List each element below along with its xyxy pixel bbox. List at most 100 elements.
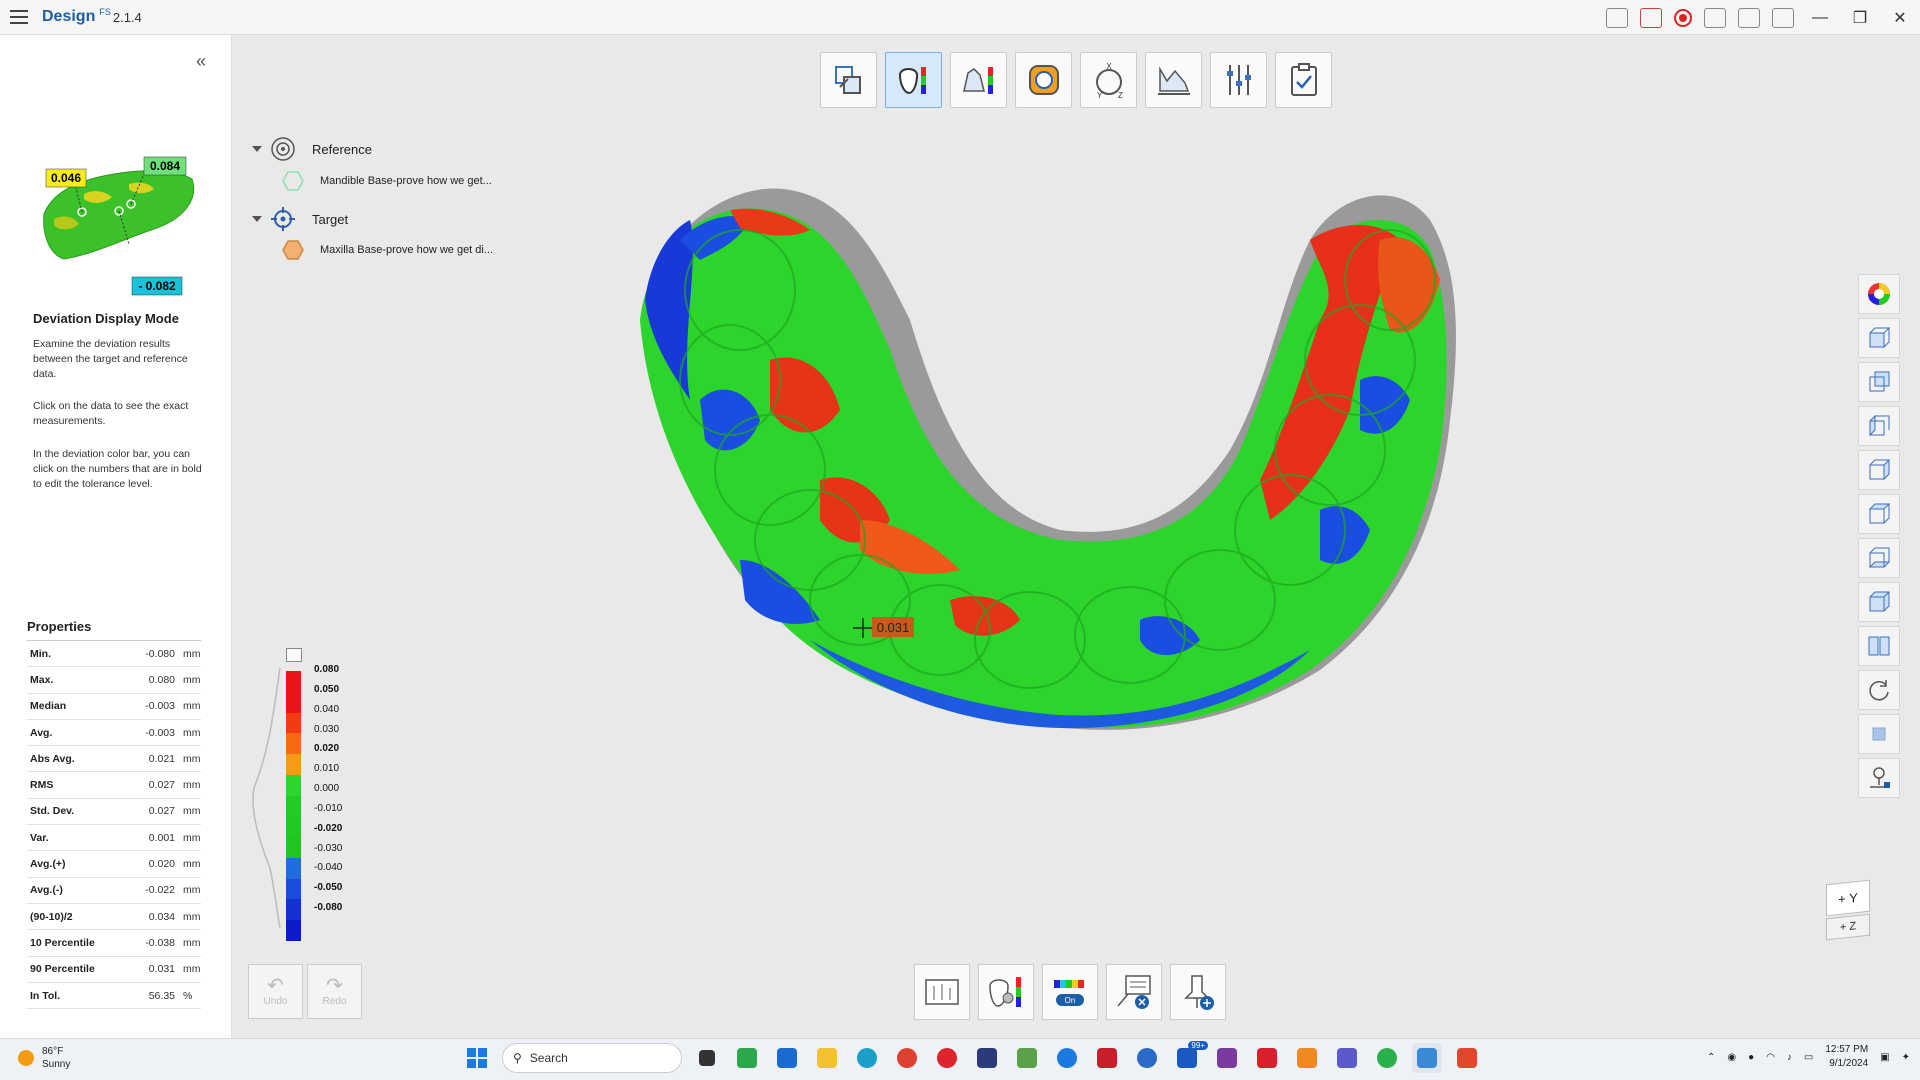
image-icon[interactable] — [1738, 7, 1760, 28]
app-sublime[interactable] — [1292, 1043, 1322, 1073]
expand-target-icon[interactable] — [252, 216, 262, 222]
view-left-button[interactable] — [1858, 406, 1900, 446]
app-mail[interactable]: 99+ — [1172, 1041, 1208, 1073]
tray-battery-icon[interactable]: ▭ — [1804, 1052, 1813, 1063]
measure-tool-button[interactable] — [1145, 52, 1202, 108]
deviation-settings-button[interactable] — [978, 964, 1034, 1020]
app-settings[interactable] — [1052, 1043, 1082, 1073]
axis-y-face[interactable]: + Y — [1826, 879, 1870, 917]
property-label: Std. Dev. — [30, 805, 75, 818]
app-design[interactable] — [1412, 1043, 1442, 1073]
colorbar-tick-label[interactable]: 0.050 — [314, 684, 339, 695]
remove-annotation-button[interactable] — [1106, 964, 1162, 1020]
help-icon[interactable] — [1606, 7, 1628, 28]
report-button[interactable] — [914, 964, 970, 1020]
reset-view-button[interactable] — [1858, 670, 1900, 710]
camera-icon[interactable] — [1704, 7, 1726, 28]
app-powershell[interactable] — [972, 1043, 1002, 1073]
collapse-panel-icon[interactable]: « — [196, 51, 206, 72]
close-button[interactable]: ✕ — [1886, 4, 1914, 32]
property-value: -0.003 — [145, 700, 175, 713]
colorbar-tick-label[interactable]: 0.080 — [314, 664, 339, 675]
report-chart-icon — [925, 979, 959, 1005]
redo-button[interactable]: ↷ Redo — [307, 964, 362, 1019]
record-icon[interactable] — [1674, 8, 1692, 27]
render-mode-button[interactable] — [1858, 714, 1900, 754]
target-item[interactable]: Maxilla Base-prove how we get di... — [282, 239, 493, 261]
reference-item-label: Mandible Base-prove how we get... — [320, 175, 492, 187]
app-whatsapp[interactable] — [1372, 1043, 1402, 1073]
app-file-explorer[interactable] — [812, 1043, 842, 1073]
app-opera[interactable] — [932, 1043, 962, 1073]
checklist-tool-button[interactable] — [1275, 52, 1332, 108]
deviation-color-bar: 0.080 0.050 0.040 0.030 0.020 0.010 0.000 -0.01… — [252, 648, 460, 948]
record-window-icon[interactable] — [1640, 7, 1662, 28]
tray-chevron-icon[interactable]: ⌃ — [1707, 1052, 1715, 1063]
view-iso-button[interactable] — [1858, 582, 1900, 622]
taskbar-search[interactable]: ⚲ Search — [502, 1043, 682, 1073]
clock[interactable]: 12:57 PM 9/1/2024 — [1825, 1043, 1868, 1071]
orientation-cube[interactable]: + Y + Z — [1826, 879, 1874, 948]
view-front-button[interactable] — [1858, 318, 1900, 358]
tray-volume-icon[interactable]: ♪ — [1787, 1052, 1792, 1063]
maximize-button[interactable]: ❐ — [1846, 4, 1874, 32]
target-group[interactable]: Target — [252, 206, 348, 232]
cube-bottom-icon — [1868, 547, 1891, 568]
colorbar-settings-icon[interactable] — [286, 648, 302, 662]
view-bottom-button[interactable] — [1858, 538, 1900, 578]
deviation-3d-model[interactable]: 0.031 — [620, 180, 1520, 860]
tray-mic-icon[interactable]: ● — [1748, 1052, 1754, 1063]
undo-button[interactable]: ↶ Undo — [248, 964, 303, 1019]
property-unit: mm — [183, 647, 201, 660]
deviation-tool-button[interactable] — [885, 52, 942, 108]
align-tool-button[interactable] — [820, 52, 877, 108]
colorbar-tick-label[interactable]: -0.080 — [314, 902, 342, 913]
orientation-tool-button[interactable]: X Y Z — [1080, 52, 1137, 108]
minimize-button[interactable]: — — [1806, 4, 1834, 32]
app-edge[interactable] — [852, 1043, 882, 1073]
copilot-icon[interactable]: ✦ — [1902, 1052, 1910, 1063]
app-photos[interactable] — [1012, 1043, 1042, 1073]
app-camtasia[interactable] — [732, 1043, 762, 1073]
tray-wifi-icon[interactable]: ◠ — [1766, 1052, 1775, 1063]
reference-group[interactable]: Reference — [252, 136, 372, 162]
weather-widget[interactable]: 86°F Sunny — [18, 1045, 70, 1071]
expand-reference-icon[interactable] — [252, 146, 262, 152]
app-browser[interactable] — [1132, 1043, 1162, 1073]
occlusion-tool-button[interactable] — [1015, 52, 1072, 108]
property-row: Avg.(+) 0.020 mm — [27, 851, 201, 878]
notification-icon[interactable]: ▣ — [1880, 1052, 1889, 1063]
view-right-button[interactable] — [1858, 450, 1900, 490]
gallery-icon[interactable] — [1772, 7, 1794, 28]
color-swatch — [286, 837, 301, 858]
menu-icon[interactable] — [10, 10, 28, 24]
axis-z-face[interactable]: + Z — [1826, 913, 1870, 941]
screenshot-view-button[interactable] — [1858, 758, 1900, 798]
colorbar-tick-label[interactable]: -0.050 — [314, 882, 342, 893]
app-media[interactable] — [1212, 1043, 1242, 1073]
app-shining3d[interactable] — [1092, 1043, 1122, 1073]
split-view-button[interactable] — [1858, 626, 1900, 666]
colorbar-tick-label[interactable]: 0.020 — [314, 743, 339, 754]
settings-tool-button[interactable] — [1210, 52, 1267, 108]
task-view-button[interactable] — [692, 1043, 722, 1073]
app-presentation[interactable] — [1452, 1043, 1482, 1073]
colorbar-tick-label[interactable]: -0.020 — [314, 823, 342, 834]
color-wheel-button[interactable] — [1858, 274, 1900, 314]
colormap-toggle-button[interactable]: On — [1042, 964, 1098, 1020]
svg-text:Z: Z — [1118, 91, 1123, 99]
view-top-button[interactable] — [1858, 494, 1900, 534]
reference-item[interactable]: Mandible Base-prove how we get... — [282, 170, 492, 192]
app-outlook[interactable] — [772, 1043, 802, 1073]
cross-section-tool-button[interactable] — [950, 52, 1007, 108]
app-chrome[interactable] — [892, 1043, 922, 1073]
view-back-button[interactable] — [1858, 362, 1900, 402]
app-teams[interactable] — [1332, 1043, 1362, 1073]
color-wheel-icon — [1868, 283, 1890, 305]
start-button[interactable] — [462, 1043, 492, 1073]
title-bar: Design FS 2.1.4 — ❐ ✕ — [0, 0, 1920, 35]
add-point-button[interactable] — [1170, 964, 1226, 1020]
app-acrobat[interactable] — [1252, 1043, 1282, 1073]
redo-icon: ↷ — [326, 975, 343, 997]
tray-network-icon[interactable]: ◉ — [1727, 1052, 1736, 1063]
